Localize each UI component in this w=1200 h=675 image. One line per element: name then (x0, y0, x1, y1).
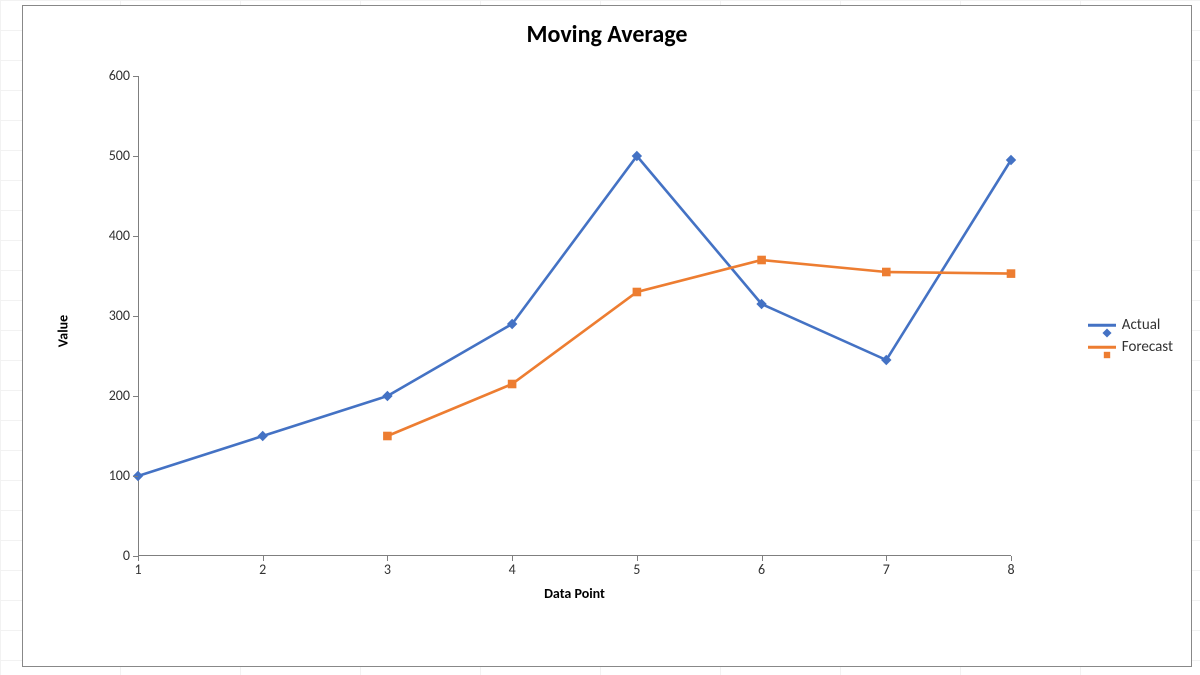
x-tick-label: 8 (1007, 561, 1014, 578)
x-tick-label: 7 (883, 561, 890, 578)
legend-label-actual: Actual (1122, 316, 1161, 334)
plot-wrap: Value Data Point 01002003004005006001234… (83, 66, 1021, 596)
plot-svg (138, 76, 1011, 556)
data-point (384, 432, 392, 440)
y-tick-mark (133, 396, 138, 397)
y-tick-label: 200 (90, 387, 130, 396)
data-point (883, 268, 891, 276)
x-tick-mark (637, 556, 638, 561)
data-point (1007, 270, 1015, 278)
plot-area: Data Point 010020030040050060012345678 (138, 76, 1011, 556)
x-tick-mark (886, 556, 887, 561)
y-tick-label: 100 (90, 467, 130, 476)
data-point (258, 432, 267, 441)
legend: Actual Forecast (1088, 312, 1173, 360)
y-tick-mark (133, 156, 138, 157)
y-tick-mark (133, 236, 138, 237)
x-tick-label: 1 (134, 561, 141, 578)
y-tick-label: 600 (90, 67, 130, 76)
y-tick-label: 0 (90, 547, 130, 556)
y-tick-mark (133, 476, 138, 477)
x-axis-label: Data Point (544, 585, 605, 602)
x-tick-mark (263, 556, 264, 561)
y-tick-mark (133, 76, 138, 77)
legend-swatch-forecast (1088, 340, 1116, 354)
series-line-actual (138, 156, 1011, 476)
x-tick-mark (138, 556, 139, 561)
x-tick-mark (512, 556, 513, 561)
x-tick-mark (1011, 556, 1012, 561)
data-point (508, 380, 516, 388)
data-point (758, 256, 766, 264)
legend-swatch-actual (1088, 318, 1116, 332)
x-tick-label: 2 (259, 561, 266, 578)
legend-item-actual: Actual (1088, 316, 1173, 334)
y-axis-label: Value (55, 315, 72, 347)
legend-label-forecast: Forecast (1122, 338, 1173, 356)
series-line-forecast (387, 260, 1011, 436)
y-tick-label: 400 (90, 227, 130, 236)
legend-item-forecast: Forecast (1088, 338, 1173, 356)
x-tick-label: 4 (509, 561, 516, 578)
x-tick-mark (387, 556, 388, 561)
x-tick-mark (762, 556, 763, 561)
square-icon (1102, 347, 1112, 365)
data-point (633, 288, 641, 296)
x-tick-label: 3 (384, 561, 391, 578)
y-tick-label: 500 (90, 147, 130, 156)
chart-object[interactable]: Moving Average Value Data Point 01002003… (22, 5, 1192, 667)
x-tick-label: 6 (758, 561, 765, 578)
y-tick-mark (133, 316, 138, 317)
chart-title: Moving Average (23, 20, 1191, 49)
y-tick-label: 300 (90, 307, 130, 316)
x-tick-label: 5 (633, 561, 640, 578)
